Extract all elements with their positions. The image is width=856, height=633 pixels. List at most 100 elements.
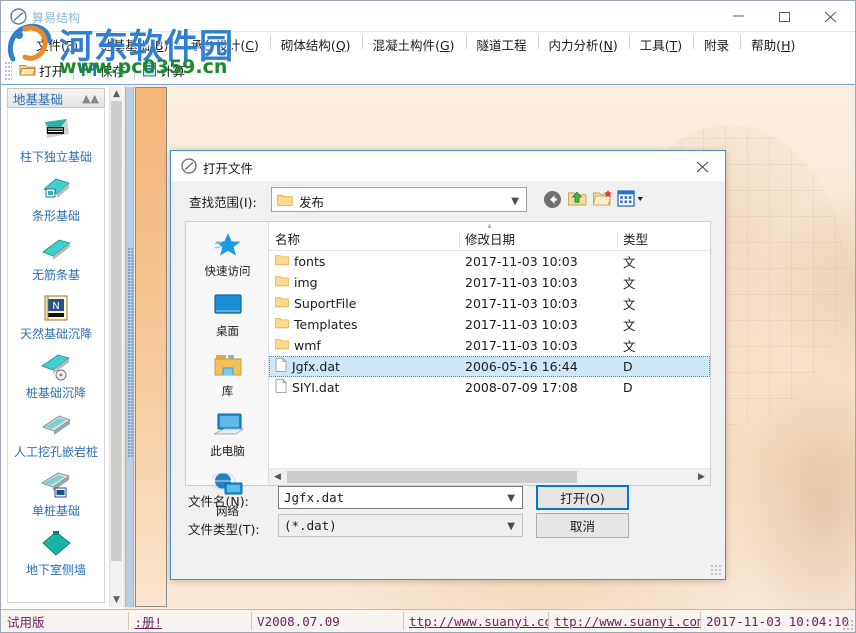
menu-item-foundation[interactable]: 地基基础(B) <box>89 32 179 58</box>
menu-item-tunnel[interactable]: 隧道工程 <box>465 32 538 58</box>
sidebar-item-pile-foundation-settlement[interactable]: 桩基础沉降 <box>8 345 104 404</box>
toolbar-calculate-button[interactable]: 计算 <box>138 59 191 82</box>
isolated-footing-icon <box>10 114 102 148</box>
place-label: 库 <box>221 384 234 398</box>
menu-item-concrete[interactable]: 混凝土构件(G) <box>361 32 466 58</box>
sidebar-item-plain-strip-footing[interactable]: 无筋条基 <box>8 227 104 286</box>
sidebar-scrollbar[interactable]: ▲ ▼ <box>109 87 122 607</box>
back-button[interactable] <box>542 189 564 210</box>
table-row-selected[interactable]: Jgfx.dat 2006-05-16 16:44 D <box>269 356 710 377</box>
column-header-date[interactable]: 修改日期 <box>459 229 617 251</box>
file-name-cell: SuportFile <box>269 296 459 311</box>
file-type-select[interactable]: (*.dat) ▼ <box>278 514 523 537</box>
file-list-horizontal-scrollbar[interactable]: ◀ ▶ <box>269 468 710 485</box>
dialog-resize-grip[interactable] <box>711 565 722 576</box>
sidebar-header-label: 地基基础 <box>13 91 64 107</box>
new-folder-button[interactable] <box>592 189 614 210</box>
menu-label: 隧道工程 <box>476 37 527 53</box>
chevron-up-icon[interactable]: ▲ <box>110 87 123 101</box>
toolbar-grip[interactable] <box>5 61 12 80</box>
sidebar-scrollbar-thumb[interactable] <box>111 101 122 561</box>
dialog-close-button[interactable] <box>681 151 725 180</box>
menu-label: 混凝土构件 <box>372 37 436 53</box>
file-name-text: img <box>294 275 318 290</box>
file-name-input[interactable]: Jgfx.dat ▼ <box>278 486 523 509</box>
chevron-down-icon[interactable]: ▼ <box>110 593 123 607</box>
sidebar-item-single-pile-foundation[interactable]: 单桩基础 <box>8 463 104 522</box>
file-name-text: fonts <box>294 254 326 269</box>
menu-item-file[interactable]: 文件(F) <box>25 32 89 58</box>
menu-item-help[interactable]: 帮助(H) <box>740 32 806 58</box>
file-type-cell: 文 <box>623 276 636 291</box>
table-row[interactable]: wmf 2017-11-03 10:03 文 <box>269 335 710 356</box>
table-row[interactable]: img 2017-11-03 10:03 文 <box>269 272 710 293</box>
table-row[interactable]: SIYI.dat 2008-07-09 17:08 D <box>269 377 710 398</box>
chevron-down-icon[interactable]: ▼ <box>507 521 515 532</box>
table-row[interactable]: SuportFile 2017-11-03 10:03 文 <box>269 293 710 314</box>
sidebar-item-basement-side-wall[interactable]: 地下室侧墙 <box>8 522 104 581</box>
app-logo-icon <box>10 8 27 25</box>
toolbar-open-button[interactable]: 打开 <box>15 59 70 82</box>
single-pile-foundation-icon <box>10 468 102 502</box>
title-bar: 算易结构 <box>1 1 855 32</box>
file-type-cell: D <box>623 380 633 395</box>
look-in-label: 查找范围(I): <box>189 195 257 210</box>
file-date-cell: 2017-11-03 10:03 <box>465 275 578 290</box>
folder-icon <box>277 193 293 210</box>
status-version: V2008.07.09 <box>251 610 403 632</box>
sidebar-item-natural-foundation-settlement[interactable]: N 天然基础沉降 <box>8 286 104 345</box>
maximize-button[interactable] <box>763 1 809 31</box>
sidebar-header[interactable]: 地基基础 ▲▲ <box>7 88 105 108</box>
toolbar-save-button[interactable]: 保存 <box>77 59 131 82</box>
minimize-button[interactable] <box>717 1 763 31</box>
close-button[interactable] <box>809 1 855 31</box>
chevron-down-icon[interactable]: ▼ <box>511 196 519 207</box>
place-library[interactable]: 库 <box>186 342 269 402</box>
open-button[interactable]: 打开(O) <box>536 485 629 510</box>
file-type-cell: 文 <box>623 318 636 333</box>
menu-item-internal-force[interactable]: 内力分析(N) <box>537 32 629 58</box>
table-row[interactable]: Templates 2017-11-03 10:03 文 <box>269 314 710 335</box>
view-mode-button[interactable] <box>617 189 649 210</box>
status-resize-grip[interactable] <box>843 620 853 630</box>
sidebar-item-strip-footing[interactable]: 条形基础 <box>8 168 104 227</box>
quick-access-star-icon <box>186 228 269 262</box>
window-title: 算易结构 <box>32 11 81 25</box>
file-date-cell: 2017-11-03 10:03 <box>465 317 578 332</box>
cancel-button[interactable]: 取消 <box>536 513 629 538</box>
place-desktop[interactable]: 桌面 <box>186 282 269 342</box>
menu-item-masonry[interactable]: 砌体结构(Q) <box>269 32 362 58</box>
column-header-name[interactable]: 名称 <box>269 229 459 251</box>
document-panel[interactable] <box>135 87 167 607</box>
menu-label: 工具 <box>639 37 665 53</box>
column-header-type[interactable]: 类型 <box>617 229 710 251</box>
status-website-link-2[interactable]: ttp://www.suanyi.com <box>548 610 700 632</box>
status-website-link-1[interactable]: ttp://www.suanyi.co <box>402 610 548 632</box>
open-file-dialog: 打开文件 查找范围(I): 发布 ▼ 快速访问 桌面 库 此电脑 网络 ▴ 名称… <box>170 150 726 580</box>
chevron-up-icon[interactable]: ▲▲ <box>82 92 99 105</box>
chevron-down-icon[interactable]: ▼ <box>507 493 515 504</box>
file-name-cell: fonts <box>269 254 459 269</box>
place-quick-access[interactable]: 快速访问 <box>186 222 269 282</box>
file-name-cell: Jgfx.dat <box>269 358 459 375</box>
calculate-icon <box>142 62 157 80</box>
look-in-combobox[interactable]: 发布 ▼ <box>271 187 527 212</box>
up-folder-button[interactable] <box>567 189 589 210</box>
look-in-row: 查找范围(I): 发布 ▼ <box>171 183 725 219</box>
folder-icon <box>275 296 289 311</box>
sidebar-item-hand-dug-rock-socketed-pile[interactable]: 人工挖孔嵌岩桩 <box>8 404 104 463</box>
sidebar-item-isolated-footing[interactable]: 柱下独立基础 <box>8 109 104 168</box>
splitter-grip[interactable] <box>128 247 133 457</box>
status-datetime: 2017-11-03 10:04:10 <box>700 610 855 632</box>
panel-splitter[interactable] <box>125 87 134 607</box>
scroll-left-icon[interactable]: ◀ <box>269 469 286 485</box>
menu-item-tools[interactable]: 工具(T) <box>628 32 693 58</box>
place-this-pc[interactable]: 此电脑 <box>186 402 269 462</box>
status-register-link[interactable]: :册! <box>128 610 251 632</box>
scrollbar-thumb[interactable] <box>287 471 577 483</box>
table-row[interactable]: fonts 2017-11-03 10:03 文 <box>269 251 710 272</box>
menu-item-pile-cap[interactable]: 承台设计(C) <box>179 32 270 58</box>
menu-mnemonic: F <box>65 37 74 53</box>
scroll-right-icon[interactable]: ▶ <box>693 469 710 485</box>
menu-item-appendix[interactable]: 附录 <box>693 32 740 58</box>
